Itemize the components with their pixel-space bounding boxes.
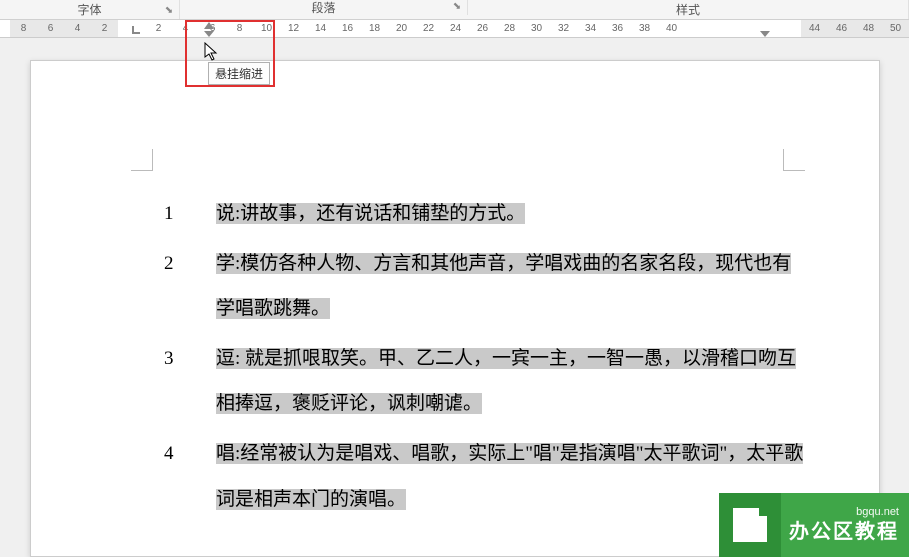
ruler-tick: 50 [882,23,909,34]
watermark-badge: bgqu.net 办公区教程 [719,493,909,557]
ruler-tick: 8 [10,23,37,34]
watermark-title: 办公区教程 [789,519,899,545]
right-indent-marker-icon[interactable] [760,31,770,37]
ribbon-group-paragraph: 段落 ⬊ [180,0,468,15]
ruler-tick: 44 [801,23,828,34]
list-item[interactable]: 1 说:讲故事，还有说话和铺垫的方式。 [146,191,806,237]
ruler-tick: 2 [91,23,118,34]
page-margin-corner-icon [131,149,153,171]
paragraph-text[interactable]: 唱:经常被认为是唱戏、唱歌，实际上"唱"是指演唱"太平歌词"，太平歌词是相声本门… [216,431,806,522]
paragraph-text[interactable]: 逗: 就是抓哏取笑。甲、乙二人，一宾一主，一智一愚，以滑稽口吻互相捧逗，褒贬评论… [216,336,806,427]
ruler-tick: 46 [828,23,855,34]
first-line-indent-marker-icon[interactable] [132,26,140,34]
ruler-tick: 26 [469,23,496,34]
ruler-left-margin: 8 6 4 2 [10,20,118,37]
watermark-logo-icon [719,493,781,557]
ribbon-group-font: 字体 ⬊ [0,0,180,19]
ruler-tick: 10 [253,23,280,34]
ruler-tick: 34 [577,23,604,34]
ruler-tick: 24 [442,23,469,34]
list-number: 2 [146,241,216,332]
ribbon-group-labels: 字体 ⬊ 段落 ⬊ 样式 [0,0,909,20]
ruler-tick: 2 [145,23,172,34]
list-number: 1 [146,191,216,237]
ruler-tick: 40 [658,23,685,34]
ruler-tick: 22 [415,23,442,34]
page-margin-corner-icon [783,149,805,171]
document-body[interactable]: 1 说:讲故事，还有说话和铺垫的方式。 2 学:模仿各种人物、方言和其他声音，学… [146,191,806,526]
ruler-tick: 48 [855,23,882,34]
ruler-tick: 38 [631,23,658,34]
ruler-tick: 30 [523,23,550,34]
list-item[interactable]: 3 逗: 就是抓哏取笑。甲、乙二人，一宾一主，一智一愚，以滑稽口吻互相捧逗，褒贬… [146,336,806,427]
font-dialog-launcher-icon[interactable]: ⬊ [163,5,175,17]
ruler-tick: 8 [226,23,253,34]
ruler-tick: 4 [172,23,199,34]
ribbon-paragraph-label: 段落 [311,0,335,16]
ribbon-group-styles: 样式 [468,0,909,19]
list-item[interactable]: 4 唱:经常被认为是唱戏、唱歌，实际上"唱"是指演唱"太平歌词"，太平歌词是相声… [146,431,806,522]
paragraph-text[interactable]: 学:模仿各种人物、方言和其他声音，学唱戏曲的名家名段，现代也有学唱歌跳舞。 [216,241,806,332]
paragraph-dialog-launcher-icon[interactable]: ⬊ [451,1,463,13]
ruler-tick: 18 [361,23,388,34]
left-indent-marker-icon[interactable] [204,31,214,37]
hanging-indent-tooltip: 悬挂缩进 [208,62,270,85]
horizontal-ruler[interactable]: 8 6 4 2 2 4 6 8 10 12 14 16 18 20 22 24 … [0,20,909,38]
ribbon-styles-label: 样式 [676,1,700,18]
ruler-tick: 12 [280,23,307,34]
ruler-tick: 32 [550,23,577,34]
ribbon-font-label: 字体 [77,1,101,18]
list-number: 3 [146,336,216,427]
ruler-tick: 36 [604,23,631,34]
ruler-tick: 20 [388,23,415,34]
tooltip-text: 悬挂缩进 [215,67,263,81]
hanging-indent-marker-icon[interactable] [204,22,214,29]
paragraph-text[interactable]: 说:讲故事，还有说话和铺垫的方式。 [216,191,806,237]
ruler-tick: 16 [334,23,361,34]
list-number: 4 [146,431,216,522]
ruler-tick: 14 [307,23,334,34]
ruler-tick: 6 [37,23,64,34]
watermark-url: bgqu.net [789,505,899,519]
document-page[interactable]: 1 说:讲故事，还有说话和铺垫的方式。 2 学:模仿各种人物、方言和其他声音，学… [30,60,880,557]
ruler-tick: 4 [64,23,91,34]
ruler-right-margin: 44 46 48 50 [801,20,909,37]
list-item[interactable]: 2 学:模仿各种人物、方言和其他声音，学唱戏曲的名家名段，现代也有学唱歌跳舞。 [146,241,806,332]
ruler-tick: 28 [496,23,523,34]
